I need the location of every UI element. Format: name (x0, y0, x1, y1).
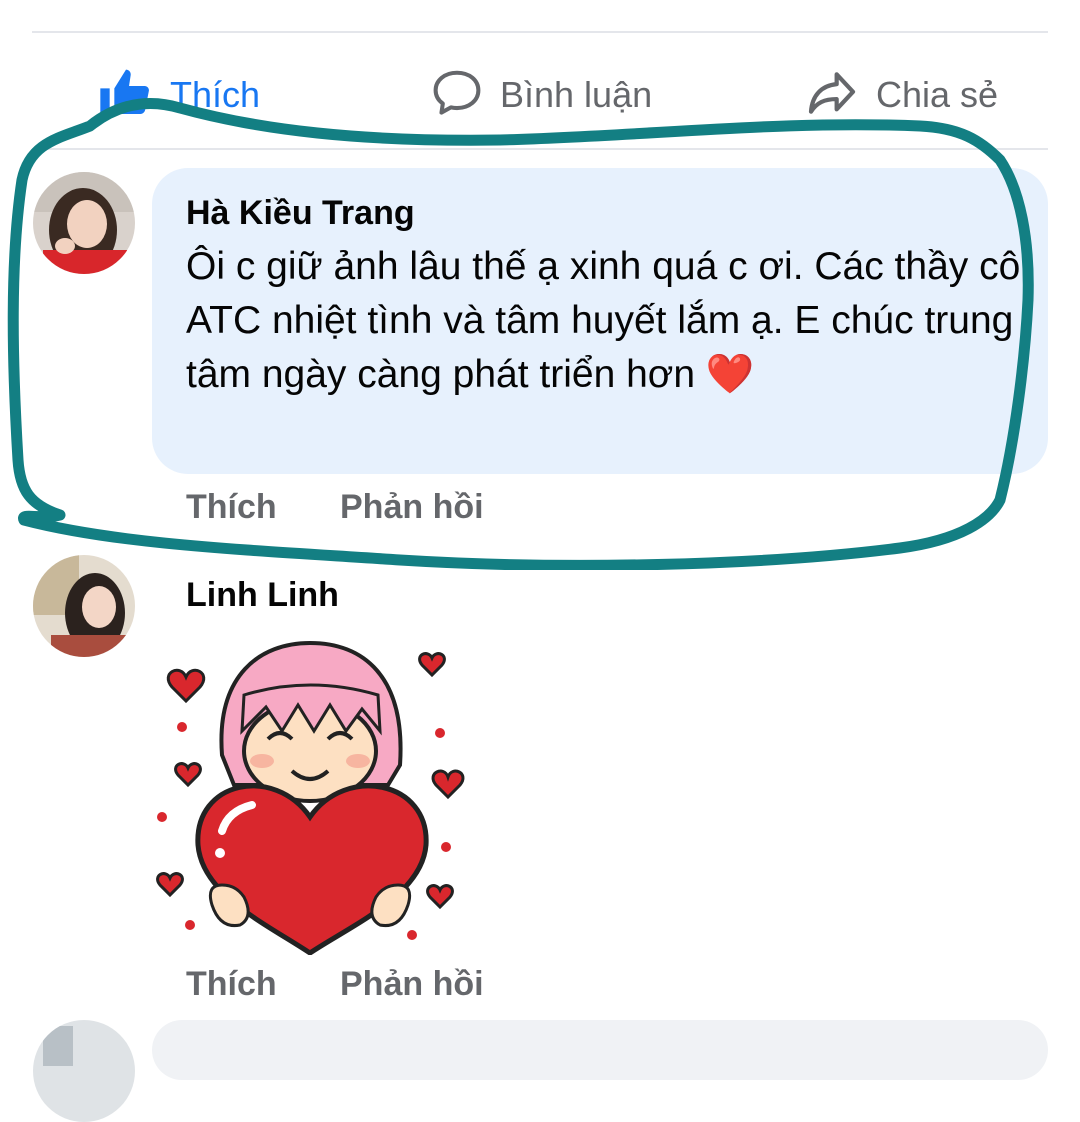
comment-action-button[interactable]: Bình luận (430, 60, 652, 130)
comment-reply-button[interactable]: Phản hồi (340, 488, 484, 527)
comment-bubble-icon (430, 66, 484, 125)
comment-author[interactable]: Linh Linh (186, 576, 339, 615)
comment-reply-button[interactable]: Phản hồi (340, 965, 484, 1004)
comment-bubble (152, 1020, 1048, 1080)
like-action-button[interactable]: Thích (98, 60, 260, 130)
girl-hugging-heart-sticker[interactable] (150, 635, 470, 957)
share-action-button[interactable]: Chia sẻ (804, 60, 998, 130)
avatar[interactable] (33, 555, 135, 657)
comment-author[interactable]: Hà Kiều Trang (186, 194, 415, 233)
avatar[interactable] (33, 172, 135, 274)
action-bar-divider (32, 148, 1048, 150)
comment-label: Bình luận (500, 74, 653, 115)
share-arrow-icon (804, 65, 860, 126)
top-divider (32, 31, 1048, 33)
comment-text: Ôi c giữ ảnh lâu thế ạ xinh quá c ơi. Cá… (186, 245, 1021, 396)
like-label: Thích (170, 74, 261, 115)
share-label: Chia sẻ (876, 74, 999, 115)
comment-like-button[interactable]: Thích (186, 965, 277, 1004)
comment-like-button[interactable]: Thích (186, 488, 277, 527)
thumbs-up-icon (98, 65, 154, 126)
avatar[interactable] (33, 1020, 135, 1122)
